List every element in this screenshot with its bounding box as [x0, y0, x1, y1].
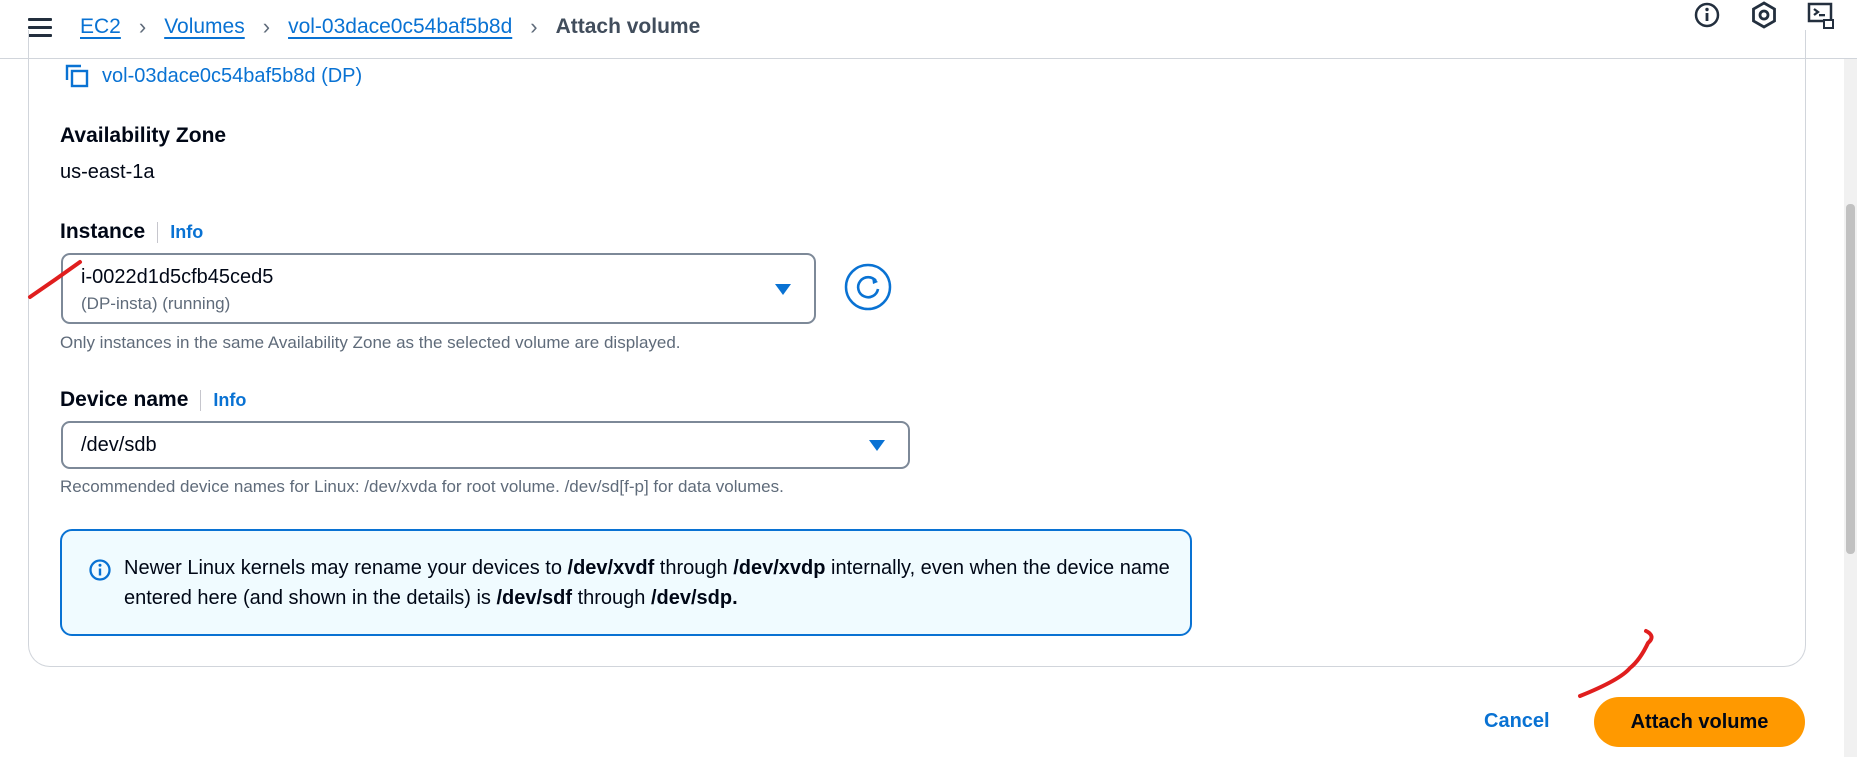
cloudshell-icon[interactable] [1806, 0, 1836, 30]
refresh-icon[interactable] [844, 263, 892, 311]
instance-hint: Only instances in the same Availability … [60, 333, 681, 352]
alert-message: Newer Linux kernels may rename your devi… [124, 553, 1174, 613]
dropdown-caret-icon [775, 284, 791, 295]
instance-select[interactable]: i-0022d1d5cfb45ced5 (DP-insta) (running) [61, 253, 816, 324]
instance-info-link[interactable]: Info [157, 221, 203, 243]
alert-bold-part: /dev/xvdp [733, 557, 826, 579]
alert-bold-part: /dev/xvdf [567, 557, 655, 579]
copy-icon[interactable] [64, 63, 90, 89]
info-alert: Newer Linux kernels may rename your devi… [60, 529, 1192, 636]
availability-zone-label: Availability Zone [60, 124, 227, 147]
alert-text-part: Newer Linux kernels may rename your devi… [124, 557, 568, 579]
instance-selected-id: i-0022d1d5cfb45ced5 [81, 266, 274, 288]
scrollbar[interactable] [1844, 59, 1857, 757]
instance-selected-desc: (DP-insta) (running) [81, 294, 231, 313]
device-name-label: Device name [60, 388, 189, 411]
alert-bold-part: /dev/sdp. [650, 587, 738, 609]
alert-text-part: through [572, 587, 651, 609]
device-name-select[interactable]: /dev/sdb [61, 421, 910, 469]
device-selected-value: /dev/sdb [81, 434, 157, 456]
scrollbar-thumb[interactable] [1846, 204, 1855, 554]
info-circle-icon[interactable] [1692, 0, 1722, 30]
volume-link[interactable]: vol-03dace0c54baf5b8d (DP) [64, 63, 362, 89]
attach-volume-button[interactable]: Attach volume [1594, 697, 1805, 747]
alert-bold-part: /dev/sdf [496, 587, 573, 609]
instance-label-row: Instance Info [60, 220, 203, 244]
volume-link-text[interactable]: vol-03dace0c54baf5b8d (DP) [102, 65, 362, 88]
info-circle-icon [89, 559, 111, 581]
alert-text-part: through [654, 557, 734, 579]
device-info-link[interactable]: Info [200, 389, 246, 411]
cancel-button[interactable]: Cancel [1484, 710, 1550, 733]
dropdown-caret-icon [869, 440, 885, 451]
instance-label: Instance [60, 220, 146, 243]
device-hint: Recommended device names for Linux: /dev… [60, 477, 784, 496]
availability-zone-value: us-east-1a [60, 161, 155, 183]
device-label-row: Device name Info [60, 388, 246, 412]
settings-hex-icon[interactable] [1749, 0, 1779, 30]
